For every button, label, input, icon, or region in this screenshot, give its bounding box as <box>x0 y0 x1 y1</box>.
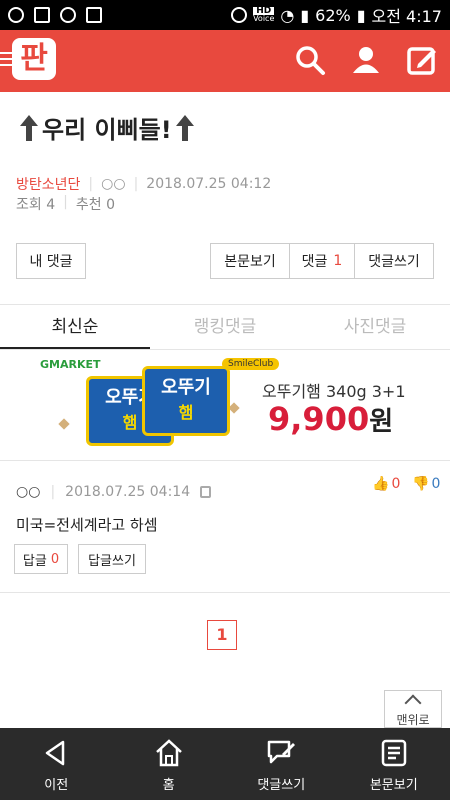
product-image: 오뚜기 햄 <box>142 366 230 436</box>
upvote-button[interactable]: 👍 0 <box>372 476 400 492</box>
downvote-button[interactable]: 👎 0 <box>412 476 440 492</box>
tab-ranking[interactable]: 랭킹댓글 <box>150 306 300 350</box>
tab-photo[interactable]: 사진댓글 <box>300 306 450 350</box>
search-notification-icon <box>60 7 76 23</box>
smileclub-badge: SmileClub <box>222 358 280 370</box>
divider: | <box>88 176 94 192</box>
battery-percent: 62% <box>315 5 351 25</box>
pagination-current[interactable]: 1 <box>207 620 237 650</box>
recommend-label: 추천 <box>75 197 102 213</box>
divider: | <box>133 176 139 192</box>
recommend-count: 0 <box>106 197 115 213</box>
nav-view-post[interactable]: 본문보기 <box>338 728 450 800</box>
search-icon[interactable] <box>294 44 326 76</box>
menu-icon[interactable] <box>0 52 12 70</box>
post-meta: 방탄소년단 | ○○ | 2018.07.25 04:12 <box>16 174 271 194</box>
write-reply-button[interactable]: 답글쓰기 <box>78 544 146 574</box>
bottom-nav: 이전 홈 댓글쓰기 본문보기 <box>0 728 450 800</box>
views-label: 조회 <box>16 197 42 213</box>
clipboard-icon <box>86 7 102 23</box>
thumbs-up-icon: 👍 <box>372 476 390 492</box>
alarm-icon <box>231 7 248 23</box>
scroll-to-top-label: 맨위로 <box>396 713 430 727</box>
document-icon <box>381 739 406 767</box>
decoration <box>58 418 70 430</box>
divider <box>0 460 450 461</box>
thumbs-down-icon: 👎 <box>412 476 430 492</box>
user-icon[interactable] <box>350 44 382 76</box>
ad-product-name: 오뚜기햄 340g 3+1 <box>262 382 406 401</box>
comments-count: 1 <box>333 253 343 269</box>
comment-tabs: 최신순 랭킹댓글 사진댓글 <box>0 306 450 350</box>
gallery-icon <box>34 7 50 23</box>
nav-home[interactable]: 홈 <box>113 728 226 800</box>
comments-label: 댓글 <box>301 254 328 270</box>
signal-icon: ▮ <box>300 5 310 25</box>
post-title-text: 우리 이삐들! <box>42 116 172 144</box>
comment-edit-icon <box>268 740 296 764</box>
gmarket-logo: GMARKET <box>40 358 101 371</box>
write-comment-button[interactable]: 댓글쓰기 <box>354 243 434 279</box>
ad-banner[interactable]: GMARKET SmileClub 오뚜기 햄 오뚜기 햄 오뚜기햄 340g 3+… <box>0 350 450 458</box>
reply-label: 답글 <box>22 553 47 569</box>
scroll-to-top-button[interactable]: 맨위로 <box>384 690 442 728</box>
decoration <box>228 402 240 414</box>
views-count: 4 <box>46 197 56 213</box>
comments-button[interactable]: 댓글 1 <box>289 243 355 279</box>
view-post-button[interactable]: 본문보기 <box>210 243 290 279</box>
app-header: 판 <box>0 30 450 92</box>
app-logo[interactable]: 판 <box>12 38 56 80</box>
post-author[interactable]: 방탄소년단 <box>16 174 80 194</box>
comment-meta: ○○ | 2018.07.25 04:14 <box>16 484 212 500</box>
downvote-count: 0 <box>431 476 441 492</box>
author-badge: ○○ <box>101 176 126 192</box>
battery-icon: ▮ <box>356 5 366 25</box>
notification-icon <box>8 7 24 23</box>
ad-price: 9,900원 <box>268 400 394 438</box>
post-stats: 조회 4 | 추천 0 <box>16 194 115 213</box>
comment-datetime: 2018.07.25 04:14 <box>65 484 191 500</box>
reply-count: 0 <box>50 551 60 567</box>
back-icon <box>46 740 65 766</box>
nav-write-comment[interactable]: 댓글쓰기 <box>225 728 338 800</box>
my-comments-button[interactable]: 내 댓글 <box>16 243 86 279</box>
wifi-icon: ◔ <box>280 5 295 25</box>
divider <box>0 592 450 593</box>
lock-icon <box>200 486 212 498</box>
hd-voice-indicator: HD Voice <box>253 6 275 23</box>
up-arrow-icon <box>175 114 194 141</box>
write-icon[interactable] <box>406 44 438 76</box>
post-title: 우리 이삐들! <box>20 110 194 145</box>
status-bar: HD Voice ◔ ▮ 62% ▮ 오전 4:17 <box>0 0 450 30</box>
nav-back[interactable]: 이전 <box>0 728 113 800</box>
upvote-count: 0 <box>391 476 401 492</box>
up-arrow-icon <box>20 114 38 141</box>
chevron-up-icon <box>404 694 422 712</box>
clock: 오전 4:17 <box>371 7 442 26</box>
post-datetime: 2018.07.25 04:12 <box>146 176 272 192</box>
tab-latest[interactable]: 최신순 <box>0 306 150 350</box>
reply-button[interactable]: 답글 0 <box>14 544 68 574</box>
comment-nickname[interactable]: ○○ <box>16 484 40 500</box>
home-icon <box>155 739 182 767</box>
comment-text: 미국=전세계라고 하셈 <box>16 516 158 534</box>
divider <box>0 304 450 305</box>
